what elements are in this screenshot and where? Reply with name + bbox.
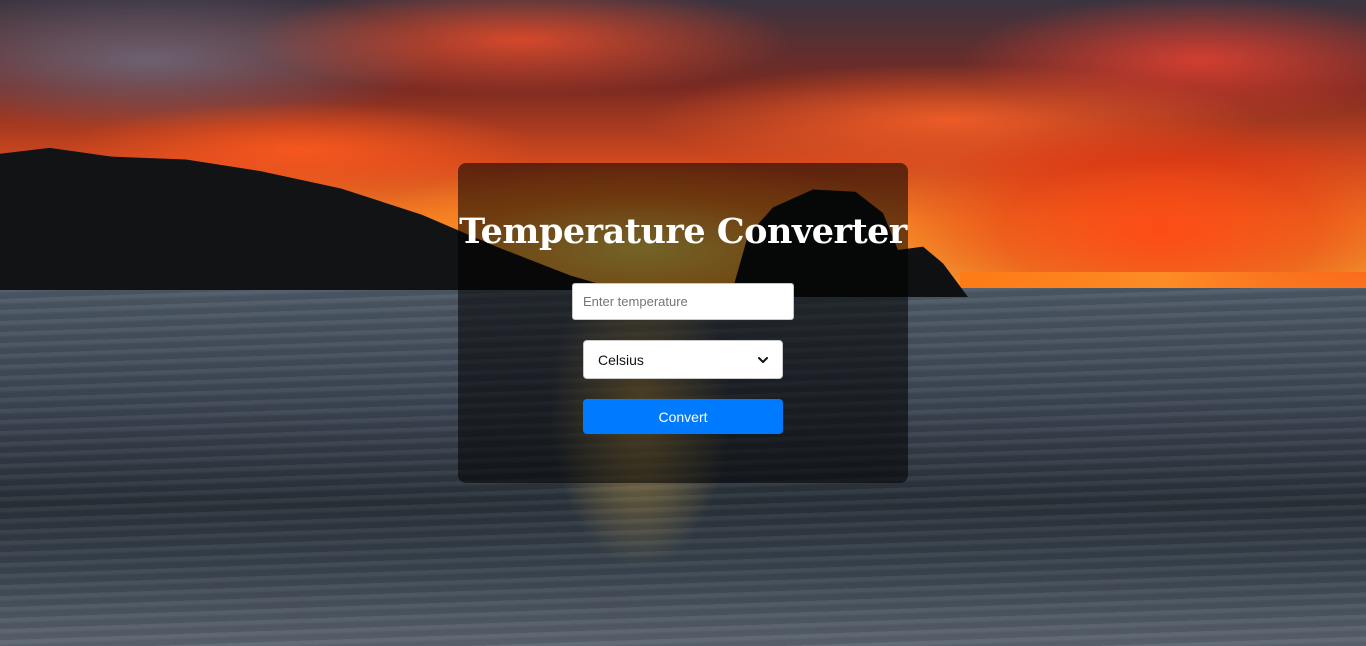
unit-select-value: Celsius: [598, 351, 644, 368]
unit-select[interactable]: Celsius: [583, 340, 783, 379]
temperature-input[interactable]: [572, 283, 794, 320]
chevron-down-icon: [758, 356, 768, 363]
page-title: Temperature Converter: [459, 211, 907, 252]
convert-button[interactable]: Convert: [583, 399, 783, 434]
